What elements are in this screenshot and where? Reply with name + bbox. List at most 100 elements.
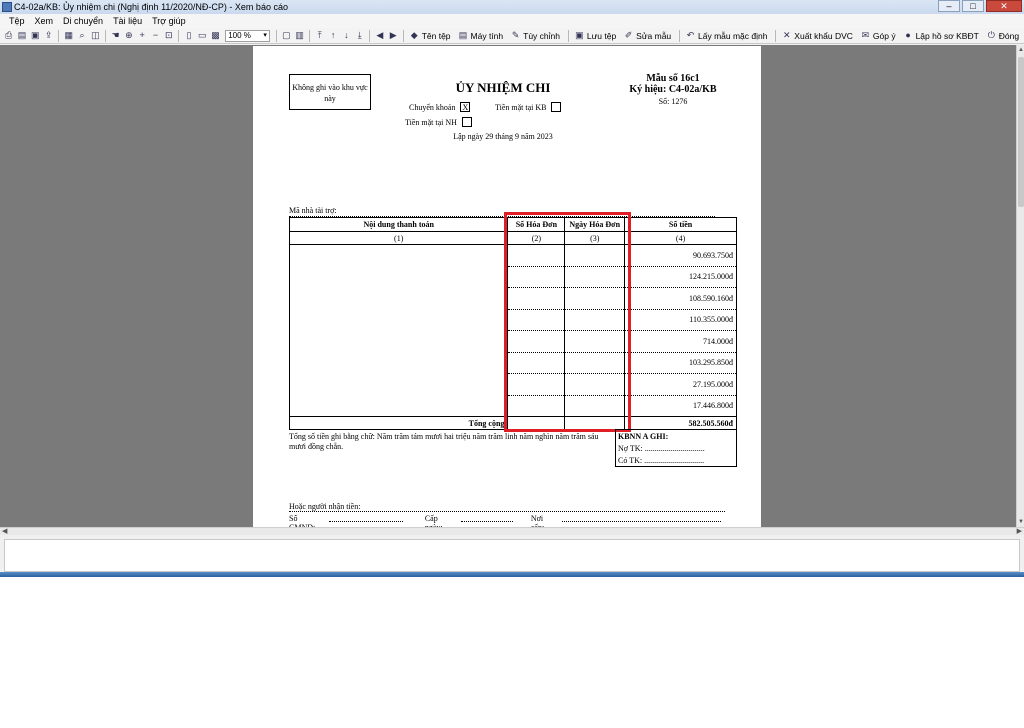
menu-navigate[interactable]: Di chuyển — [58, 14, 108, 28]
title-bar: C4-02a/KB: Ủy nhiệm chi (Nghị định 11/20… — [0, 0, 1024, 14]
amount-in-words: Tổng số tiền ghi bằng chữ: Năm trăm tám … — [289, 432, 599, 451]
hand-tool-icon[interactable]: ☚ — [111, 30, 120, 41]
amount-cell: 27.195.000đ — [624, 373, 737, 396]
horizontal-scrollbar[interactable]: ◀ ▶ — [0, 527, 1024, 535]
edit-template-button[interactable]: ✐ Sửa mẫu — [621, 30, 671, 41]
print-icon[interactable]: ⎙ — [4, 30, 13, 41]
previous-page-icon[interactable]: ↑ — [328, 30, 337, 41]
save-file-label: Lưu tệp — [586, 30, 617, 41]
feedback-button[interactable]: ✉ Góp ý — [858, 30, 896, 41]
content-cell — [288, 373, 509, 395]
amount-cell: 17.446.800đ — [624, 395, 737, 417]
content-cell — [288, 266, 509, 288]
close-button[interactable]: ✕ — [986, 0, 1022, 12]
single-page-icon[interactable]: ▯ — [184, 30, 193, 41]
content-cell — [288, 352, 509, 374]
serial-number: Số: 1276 — [658, 97, 688, 106]
computer-button[interactable]: ▤ Máy tính — [456, 30, 504, 41]
edit-template-label: Sửa mẫu — [636, 30, 672, 41]
cash-kb-option: Tiền mặt tại KB — [495, 102, 562, 112]
toolbar-separator — [58, 29, 60, 42]
export-dvc-icon: ✕ — [783, 30, 791, 40]
create-kbdt-button[interactable]: ● Lập hồ sơ KBĐT — [901, 30, 978, 41]
scroll-down-icon[interactable]: ▼ — [1017, 517, 1024, 527]
customize-button[interactable]: ✎ Tùy chỉnh — [508, 30, 560, 41]
vertical-scrollbar[interactable]: ▲ ▼ — [1016, 45, 1024, 527]
zoom-in-icon[interactable]: + — [138, 30, 147, 41]
export-dvc-button[interactable]: ✕ Xuất khẩu DVC — [779, 30, 853, 41]
close-report-label: Đóng — [998, 30, 1020, 41]
transfer-label: Chuyển khoản — [409, 102, 456, 112]
amount-cell: 110.355.000đ — [624, 309, 737, 331]
toolbar-separator — [402, 29, 404, 42]
export-icon[interactable]: ⇪ — [44, 30, 53, 41]
transfer-checkbox: X — [460, 102, 471, 112]
id-card-line: Số CMND: Cấp ngày: Nơi cấp: — [289, 514, 725, 527]
cash-nh-label: Tiền mặt tại NH — [405, 117, 457, 127]
content-cell — [288, 309, 509, 331]
credit-account: Có TK: .............................. — [618, 456, 705, 465]
scroll-left-icon[interactable]: ◀ — [2, 527, 7, 535]
save-icon[interactable]: ▣ — [31, 30, 40, 41]
report-viewer-area[interactable]: Không ghi vào khu vực này ỦY NHIỆM CHI M… — [0, 45, 1016, 527]
form-number: Mẫu số 16c1 — [646, 73, 700, 84]
toolbar-separator — [178, 29, 180, 42]
forward-icon[interactable]: ▶ — [389, 30, 398, 41]
total-value: 582.505.560đ — [624, 416, 737, 430]
feedback-icon: ✉ — [861, 30, 870, 40]
treasury-record-box: KBNN A GHI: Nợ TK: .....................… — [615, 429, 737, 467]
find-icon[interactable]: ⌕ — [77, 30, 86, 41]
invoice-columns-highlight — [504, 212, 631, 432]
zoom-out-icon[interactable]: − — [151, 30, 160, 41]
menu-bar: Tệp Xem Di chuyển Tài liệu Trợ giúp — [0, 14, 1024, 28]
content-cell — [288, 395, 509, 417]
col-amount: Số tiền — [624, 217, 737, 232]
whole-page-icon[interactable]: ▩ — [211, 30, 220, 41]
layout-icon[interactable]: ▦ — [64, 30, 73, 41]
toolbar-separator — [105, 29, 106, 42]
sponsor-code: Mã nhà tài trợ: — [289, 206, 715, 217]
next-page-icon[interactable]: ↓ — [342, 30, 351, 41]
col-index: (1) — [288, 231, 509, 245]
app-icon — [2, 2, 12, 12]
cash-nh-checkbox — [461, 117, 472, 127]
zoom-icon[interactable]: ⊕ — [124, 30, 133, 41]
page-setup-icon[interactable]: ▢ — [282, 30, 291, 41]
default-template-button[interactable]: ↶ Lấy mẫu mặc định — [683, 30, 768, 41]
menu-file[interactable]: Tệp — [4, 14, 30, 28]
diamond-icon: ◆ — [410, 30, 418, 40]
form-symbol: Ký hiệu: C4-02a/KB — [629, 84, 717, 95]
amount-cell: 90.693.750đ — [624, 244, 737, 267]
default-template-label: Lấy mẫu mặc định — [698, 30, 768, 41]
two-pages-icon[interactable]: ▥ — [295, 30, 304, 41]
last-page-icon[interactable]: ⤓ — [355, 30, 364, 41]
back-icon[interactable]: ◀ — [375, 30, 384, 41]
preview-icon[interactable]: ◫ — [91, 30, 100, 41]
file-name-button[interactable]: ◆ Tên tệp — [407, 30, 451, 41]
content-cell — [288, 330, 509, 352]
open-folder-icon[interactable]: ▤ — [17, 30, 27, 41]
minimize-button[interactable]: – — [938, 0, 960, 12]
save-file-button[interactable]: ▣ Lưu tệp — [572, 30, 616, 41]
toolbar-separator — [309, 29, 311, 42]
menu-view[interactable]: Xem — [30, 14, 59, 28]
menu-documents[interactable]: Tài liệu — [108, 14, 147, 28]
vertical-scroll-thumb[interactable] — [1018, 57, 1024, 207]
first-page-icon[interactable]: ⤒ — [315, 30, 324, 41]
computer-label: Máy tính — [470, 30, 504, 41]
cash-nh-option: Tiền mặt tại NH — [405, 117, 472, 127]
col-content: Nội dung thanh toán — [288, 217, 509, 232]
zoom-fit-icon[interactable]: ⊡ — [164, 30, 173, 41]
amount-cell: 108.590.160đ — [624, 287, 737, 310]
total-label: Tổng cộng — [288, 416, 509, 430]
close-report-button[interactable]: ⏻ Đóng — [984, 30, 1019, 41]
file-name-label: Tên tệp — [421, 30, 451, 41]
edit-icon: ✐ — [624, 30, 633, 40]
scroll-up-icon[interactable]: ▲ — [1017, 45, 1024, 55]
page-width-icon[interactable]: ▭ — [198, 30, 207, 41]
document-title: ỦY NHIỆM CHI — [455, 80, 551, 95]
maximize-button[interactable]: □ — [962, 0, 984, 12]
scroll-right-icon[interactable]: ▶ — [1017, 527, 1022, 535]
menu-help[interactable]: Trợ giúp — [147, 14, 191, 28]
zoom-select[interactable]: 100 % — [225, 29, 270, 42]
